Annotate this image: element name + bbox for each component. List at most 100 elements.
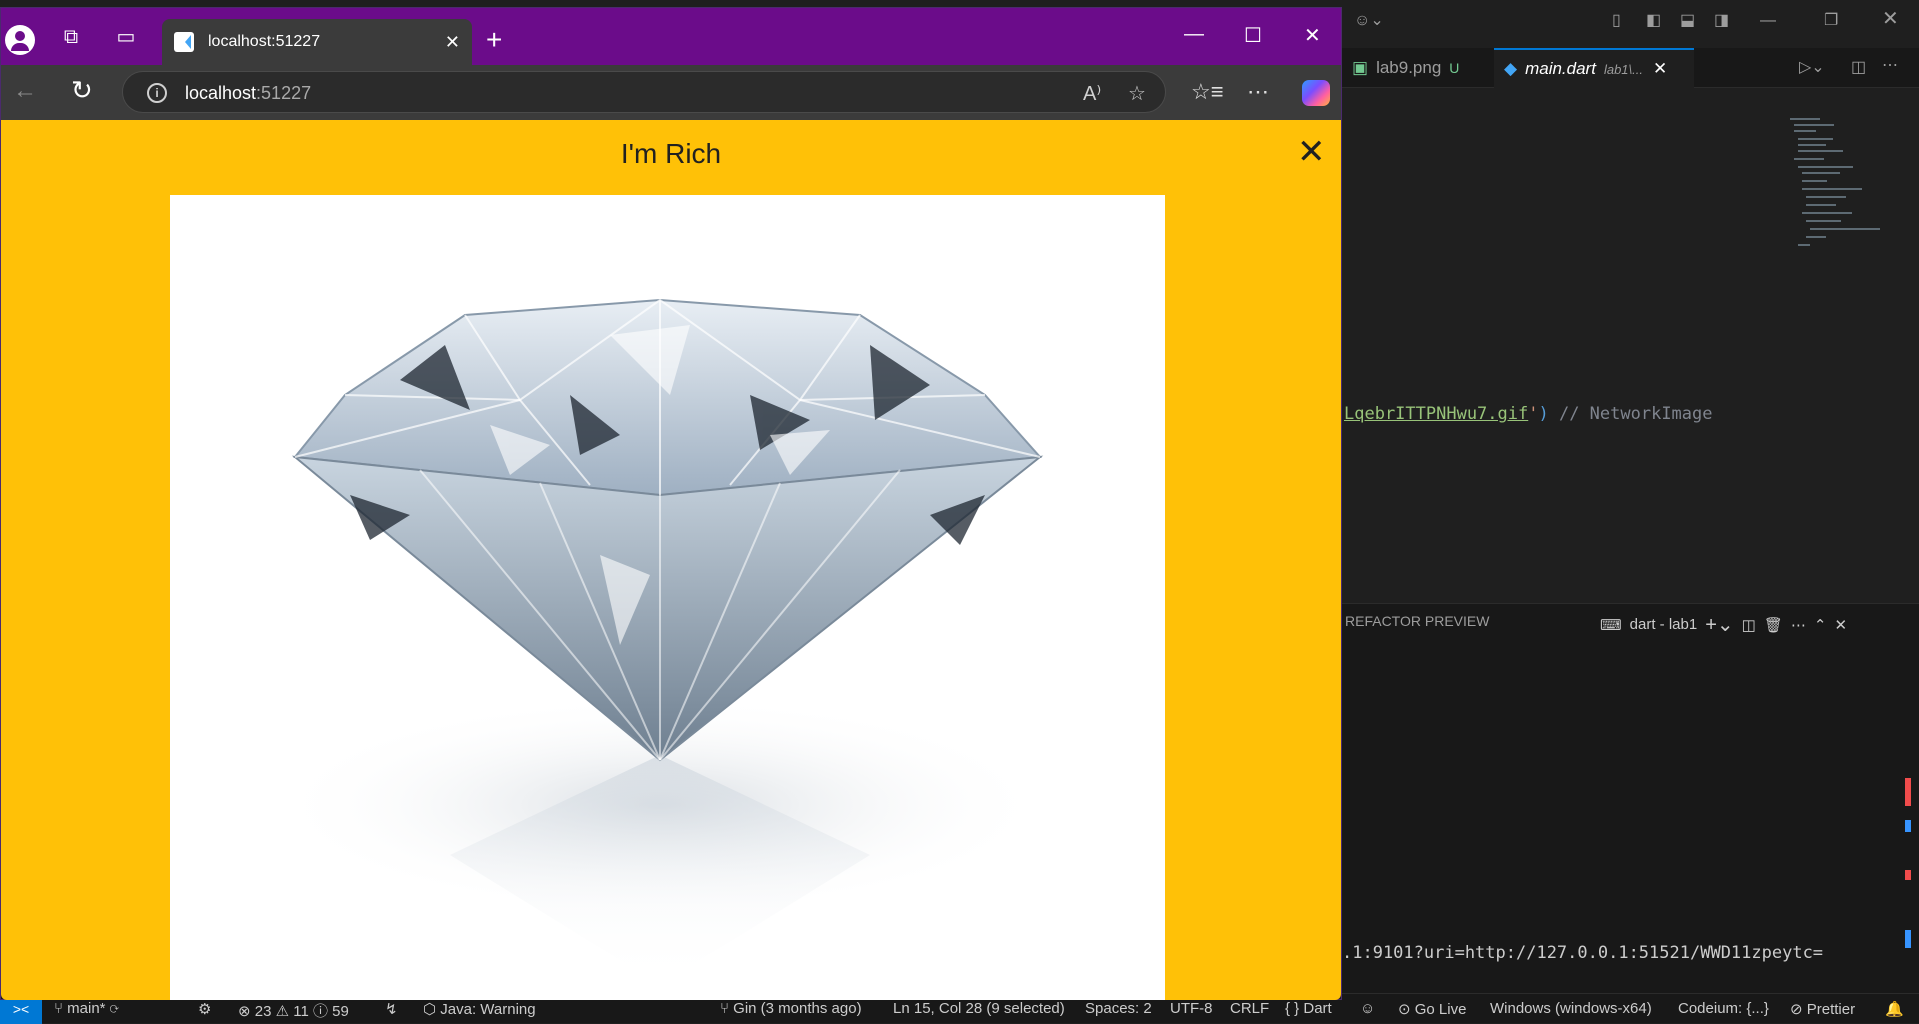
tab-close-icon[interactable]: ✕: [1653, 59, 1667, 79]
device-status[interactable]: Windows (windows-x64): [1490, 1000, 1652, 1017]
toggle-secondary-sidebar-icon[interactable]: ◨: [1714, 11, 1729, 31]
cursor-position[interactable]: Ln 15, Col 28 (9 selected): [893, 1000, 1065, 1017]
back-icon[interactable]: ←: [13, 77, 37, 105]
golive-label: Go Live: [1414, 1001, 1467, 1018]
codeium-status[interactable]: Codeium: {...}: [1678, 1000, 1769, 1017]
editor-tabs: ▣ lab9.png U ◆ main.dart lab1\... ✕ ▷⌄ ◫…: [1342, 48, 1919, 88]
copilot-icon[interactable]: ☺⌄: [1354, 11, 1384, 31]
indentation-status[interactable]: Spaces: 2: [1085, 1000, 1152, 1017]
profile-avatar-icon[interactable]: [5, 25, 35, 55]
info-count: 59: [332, 1003, 349, 1020]
new-terminal-icon[interactable]: +⌄: [1705, 612, 1733, 637]
scroll-info-marker: [1905, 820, 1911, 832]
panel-title[interactable]: REFACTOR PREVIEW: [1345, 613, 1489, 629]
tab-label: main.dart: [1525, 59, 1596, 78]
tab-lab9-png[interactable]: ▣ lab9.png U: [1342, 48, 1492, 88]
minimize-icon[interactable]: —: [1760, 11, 1776, 31]
minimap[interactable]: [1790, 118, 1885, 253]
ports-icon[interactable]: ↯: [385, 1000, 398, 1018]
run-icon[interactable]: ▷⌄: [1799, 58, 1825, 78]
close-icon[interactable]: ✕: [1882, 9, 1899, 29]
restore-icon[interactable]: ❐: [1824, 11, 1838, 31]
toggle-sidebar-icon[interactable]: ▯: [1612, 11, 1621, 31]
more-options-icon[interactable]: ⋯: [1247, 79, 1269, 105]
maximize-panel-icon[interactable]: ⌃: [1814, 616, 1827, 634]
read-aloud-icon[interactable]: A⁾: [1083, 81, 1101, 106]
notifications-icon[interactable]: 🔔: [1885, 1000, 1904, 1018]
code-paren: ): [1538, 404, 1549, 424]
tab-label: lab9.png: [1376, 58, 1442, 77]
copilot-icon[interactable]: [1302, 80, 1330, 106]
tab-title: localhost:51227: [208, 33, 321, 50]
terminal-label: dart - lab1: [1629, 616, 1698, 633]
prettier-label: Prettier: [1806, 1001, 1856, 1018]
code-string: LqebrITTPNHwu7.gif: [1344, 404, 1529, 424]
favorite-star-icon[interactable]: ☆: [1128, 81, 1146, 106]
terminal-output-line: .1:9101?uri=http://127.0.0.1:51521/WWD11…: [1342, 943, 1824, 963]
copilot-status-icon[interactable]: ☺: [1360, 1000, 1375, 1017]
image-file-icon: ▣: [1352, 58, 1369, 77]
debug-icon[interactable]: ⚙: [198, 1000, 211, 1018]
tab-path: lab1\...: [1603, 61, 1643, 77]
split-editor-icon[interactable]: ◫: [1851, 58, 1866, 78]
app-title: I'm Rich: [620, 138, 722, 169]
more-actions-icon[interactable]: ⋯: [1882, 56, 1898, 76]
new-tab-icon[interactable]: +: [486, 25, 502, 55]
branch-label: main*: [67, 1000, 106, 1017]
browser-window: ⧉ ▭ localhost:51227 ✕ + — ☐ ✕ ← ↻ i loca…: [0, 7, 1342, 1000]
error-count: 23: [254, 1003, 272, 1020]
tab-actions-icon[interactable]: ▭: [111, 22, 141, 52]
branch-status[interactable]: ⑂ main* ⟳: [54, 1000, 119, 1017]
split-terminal-icon[interactable]: ◫: [1742, 616, 1756, 634]
eol-status[interactable]: CRLF: [1230, 1000, 1269, 1017]
terminal-selector[interactable]: ⌨ dart - lab1 +⌄ ◫ 🗑 ⋯ ⌃ ✕: [1600, 612, 1847, 637]
terminal-icon: ⌨: [1600, 616, 1622, 634]
java-status[interactable]: ⬡ Java: Warning: [423, 1000, 536, 1018]
untracked-badge: U: [1449, 60, 1460, 76]
browser-tab-active[interactable]: localhost:51227 ✕: [162, 19, 472, 65]
code-line: LqebrITTPNHwu7.gif') // NetworkImage: [1344, 404, 1713, 424]
prettier-status[interactable]: ⊘ Prettier: [1790, 1000, 1855, 1018]
trash-icon[interactable]: 🗑: [1764, 616, 1783, 634]
url-port: :51227: [256, 83, 312, 103]
java-label: Java: Warning: [440, 1001, 536, 1018]
code-quote: ': [1528, 404, 1539, 424]
toggle-primary-sidebar-icon[interactable]: ◧: [1646, 11, 1661, 31]
git-blame-status[interactable]: ⑂ Gin (3 months ago): [720, 1000, 862, 1017]
git-blame-label: Gin (3 months ago): [733, 1000, 862, 1017]
warning-count: 11: [293, 1003, 309, 1020]
minimize-icon[interactable]: —: [1184, 23, 1204, 46]
favorites-icon[interactable]: ☆≡: [1191, 79, 1224, 105]
url-text[interactable]: localhost:51227: [185, 83, 311, 104]
browser-toolbar: ← ↻ i localhost:51227 A⁾ ☆ ☆≡ ⋯: [1, 65, 1341, 120]
scroll-error-marker: [1905, 870, 1911, 880]
flutter-app: I'm Rich ✕: [1, 120, 1341, 1000]
address-bar[interactable]: i localhost:51227 A⁾ ☆: [122, 71, 1166, 113]
diamond-image: [170, 195, 1165, 1000]
workspaces-icon[interactable]: ⧉: [56, 22, 86, 52]
toggle-panel-icon[interactable]: ⬓: [1680, 11, 1695, 31]
tab-bar: ⧉ ▭ localhost:51227 ✕ + — ☐ ✕: [1, 8, 1341, 65]
branch-icon: ⑂: [54, 1000, 68, 1017]
refresh-icon[interactable]: ↻: [71, 75, 93, 106]
app-close-icon[interactable]: ✕: [1297, 135, 1326, 169]
site-info-icon[interactable]: i: [147, 83, 167, 103]
more-icon[interactable]: ⋯: [1791, 616, 1806, 634]
tab-main-dart[interactable]: ◆ main.dart lab1\... ✕: [1494, 48, 1694, 88]
maximize-icon[interactable]: ☐: [1244, 23, 1262, 48]
diamond-illustration: [270, 298, 1050, 985]
url-host: localhost: [185, 83, 257, 103]
close-window-icon[interactable]: ✕: [1304, 23, 1321, 48]
bottom-panel[interactable]: [1342, 603, 1919, 993]
close-panel-icon[interactable]: ✕: [1834, 616, 1847, 634]
dart-file-icon: ◆: [1504, 59, 1518, 78]
scroll-error-marker: [1905, 778, 1911, 806]
golive-status[interactable]: ⊙ Go Live: [1398, 1000, 1466, 1018]
vscode-titlebar: ☺⌄ ▯ ◧ ⬓ ◨ — ❐ ✕: [1342, 0, 1919, 44]
code-comment: // NetworkImage: [1548, 404, 1713, 424]
encoding-status[interactable]: UTF-8: [1170, 1000, 1213, 1017]
language-status[interactable]: { } Dart: [1285, 1000, 1332, 1017]
problems-status[interactable]: ⊗ 23 ⚠ 11 ⓘ 59: [238, 1000, 349, 1021]
tab-close-icon[interactable]: ✕: [445, 32, 460, 53]
language-label: Dart: [1303, 1000, 1332, 1017]
